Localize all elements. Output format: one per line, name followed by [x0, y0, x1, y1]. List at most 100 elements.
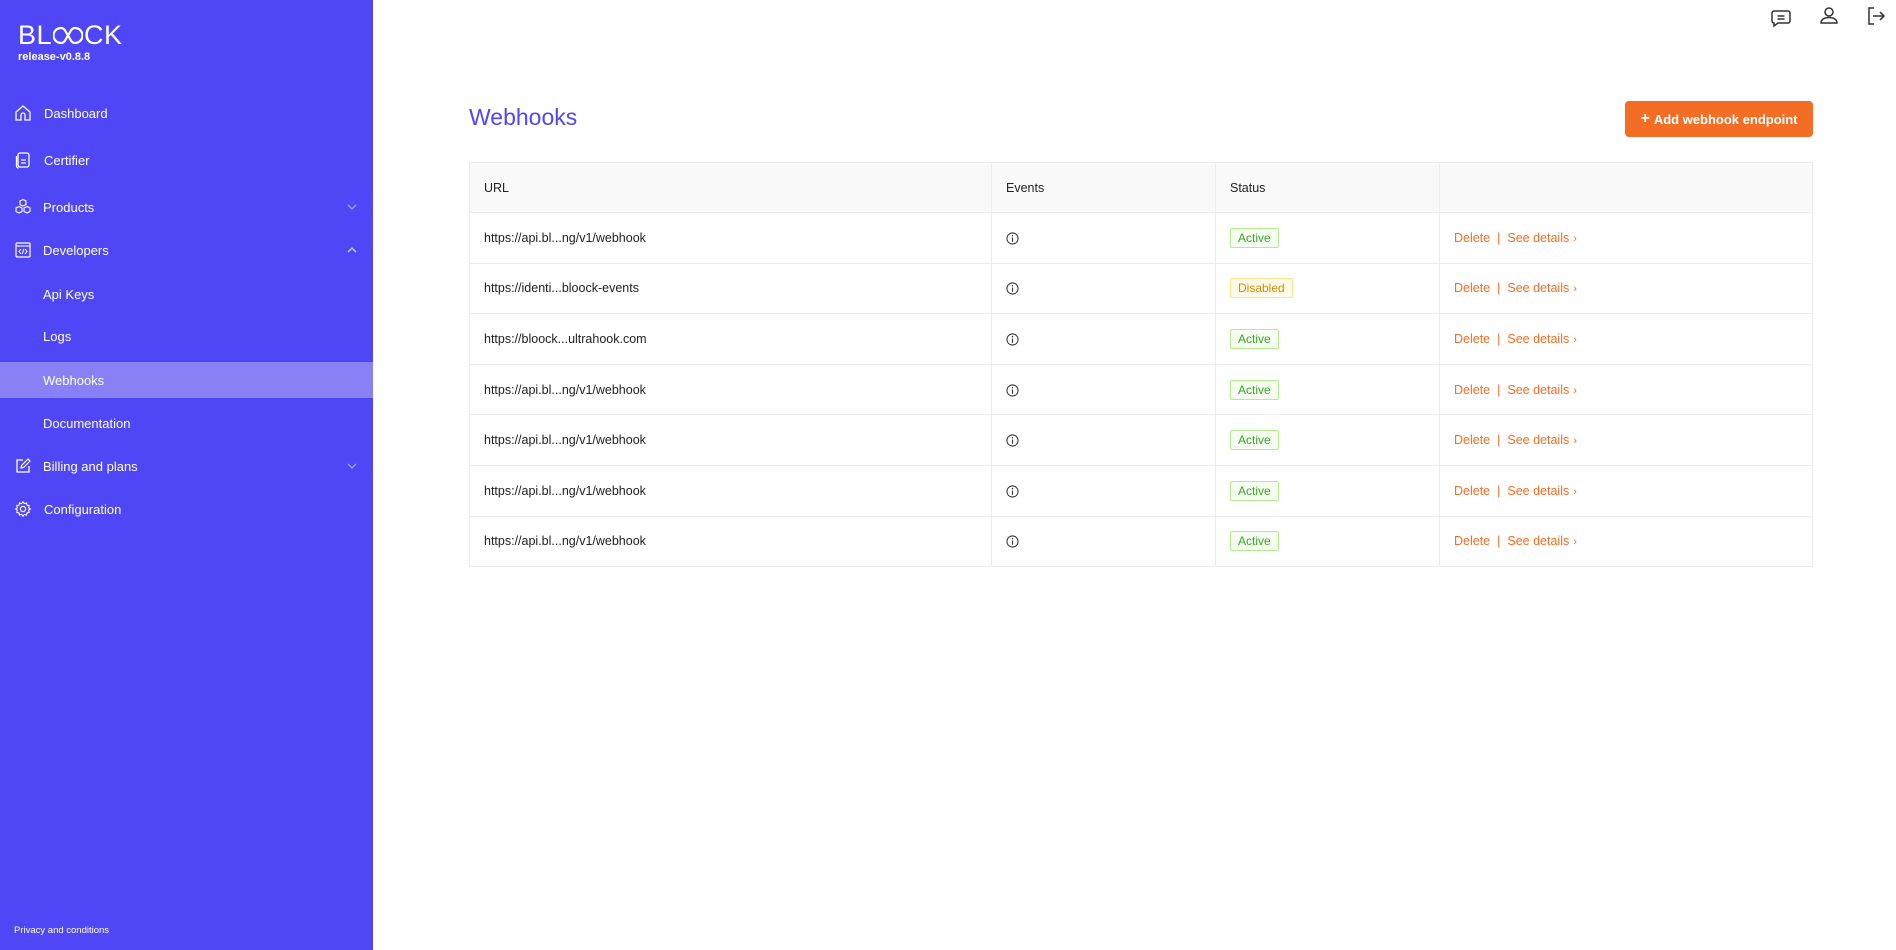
sidebar-item-label: Documentation [43, 415, 131, 431]
chevron-right-icon: › [1573, 283, 1577, 296]
table-row: https://api.bl...ng/v1/webhook Active De… [469, 363, 1813, 416]
logout-icon[interactable] [1864, 4, 1888, 28]
see-details-link[interactable]: See details › [1507, 484, 1577, 498]
sidebar-item-logs[interactable]: Logs [0, 318, 373, 354]
actions-cell: Delete | See details › [1439, 313, 1813, 365]
sidebar-item-developers[interactable]: Developers [0, 232, 373, 268]
see-details-label: See details [1507, 281, 1570, 296]
sidebar: BL CK release-v0.8.8 Dashboard Certifier … [0, 0, 373, 950]
webhook-url: https://api.bl...ng/v1/webhook [469, 363, 992, 416]
delete-link[interactable]: Delete [1454, 281, 1490, 295]
info-icon[interactable] [1006, 232, 1019, 245]
info-icon[interactable] [1006, 434, 1019, 447]
sidebar-item-certifier[interactable]: Certifier [0, 142, 373, 178]
code-window-icon [15, 242, 31, 258]
sidebar-item-label: Logs [43, 328, 72, 344]
see-details-link[interactable]: See details › [1507, 281, 1577, 295]
info-icon[interactable] [1006, 333, 1019, 346]
actions-cell: Delete | See details › [1439, 464, 1813, 517]
see-details-link[interactable]: See details › [1507, 332, 1577, 346]
status-badge: Active [1230, 430, 1279, 451]
sidebar-item-api-keys[interactable]: Api Keys [0, 276, 373, 312]
info-icon[interactable] [1006, 485, 1019, 498]
chat-icon[interactable] [1769, 6, 1793, 30]
info-icon[interactable] [1006, 535, 1019, 549]
actions-cell: Delete | See details › [1439, 262, 1813, 315]
status-cell: Active [1215, 464, 1440, 517]
sidebar-item-products[interactable]: Products [0, 189, 373, 225]
see-details-label: See details [1507, 230, 1570, 245]
see-details-label: See details [1507, 483, 1570, 498]
delete-link[interactable]: Delete [1454, 332, 1490, 346]
boxes-icon [15, 198, 31, 214]
chevron-right-icon: › [1573, 384, 1577, 397]
status-cell: Disabled [1215, 262, 1440, 315]
status-badge: Active [1230, 531, 1279, 552]
user-icon[interactable] [1817, 4, 1841, 28]
sidebar-item-label: Certifier [44, 152, 90, 168]
status-badge: Disabled [1230, 278, 1293, 299]
see-details-link[interactable]: See details › [1507, 433, 1577, 447]
events-cell [991, 363, 1216, 416]
sidebar-item-webhooks[interactable]: Webhooks [0, 362, 373, 398]
see-details-label: See details [1507, 433, 1570, 448]
delete-link[interactable]: Delete [1454, 433, 1490, 447]
status-cell: Active [1215, 313, 1440, 365]
events-cell [991, 464, 1216, 517]
table-row: https://api.bl...ng/v1/webhook Active De… [469, 212, 1813, 264]
table-header-row: URL Events Status [469, 162, 1813, 213]
events-cell [991, 212, 1216, 264]
see-details-link[interactable]: See details › [1507, 383, 1577, 397]
sidebar-item-label: Api Keys [43, 286, 95, 302]
sidebar-item-label: Products [43, 199, 95, 215]
delete-link[interactable]: Delete [1454, 484, 1490, 498]
column-header-actions [1439, 162, 1813, 213]
column-header-url: URL [469, 162, 992, 213]
see-details-label: See details [1507, 534, 1570, 549]
column-header-status: Status [1215, 162, 1440, 213]
table-row: https://api.bl...ng/v1/webhook Active De… [469, 414, 1813, 466]
edit-icon [16, 458, 31, 473]
table-row: https://bloock...ultrahook.com Active De… [469, 313, 1813, 365]
column-header-events: Events [991, 162, 1216, 213]
webhook-url: https://api.bl...ng/v1/webhook [469, 212, 992, 264]
table-row: https://identi...bloock-events Disabled … [469, 262, 1813, 315]
see-details-link[interactable]: See details › [1507, 231, 1577, 245]
sidebar-item-documentation[interactable]: Documentation [0, 405, 373, 441]
actions-cell: Delete | See details › [1439, 515, 1813, 568]
add-webhook-endpoint-button[interactable]: + Add webhook endpoint [1625, 101, 1813, 137]
bloock-logo[interactable]: BL CK [18, 20, 123, 51]
logo-text: BL CK [18, 20, 123, 50]
events-cell [991, 515, 1216, 568]
add-webhook-endpoint-label: Add webhook endpoint [1653, 111, 1798, 127]
document-icon [15, 152, 30, 169]
chevron-right-icon: › [1573, 333, 1577, 346]
info-icon[interactable] [1006, 384, 1019, 397]
delete-link[interactable]: Delete [1454, 534, 1490, 548]
sidebar-item-configuration[interactable]: Configuration [0, 491, 373, 527]
table-row: https://api.bl...ng/v1/webhook Active De… [469, 464, 1813, 517]
chevron-down-icon [347, 463, 357, 469]
privacy-and-conditions-link[interactable]: Privacy and conditions [14, 925, 109, 936]
webhook-url: https://identi...bloock-events [469, 262, 992, 315]
sidebar-item-billing-and-plans[interactable]: Billing and plans [0, 448, 373, 484]
webhook-url: https://api.bl...ng/v1/webhook [469, 414, 992, 466]
sidebar-item-label: Billing and plans [43, 458, 138, 474]
info-icon[interactable] [1006, 282, 1019, 296]
events-cell [991, 414, 1216, 466]
actions-cell: Delete | See details › [1439, 363, 1813, 416]
sidebar-item-dashboard[interactable]: Dashboard [0, 95, 373, 131]
sidebar-item-label: Configuration [44, 501, 122, 517]
delete-link[interactable]: Delete [1454, 231, 1490, 245]
see-details-link[interactable]: See details › [1507, 534, 1577, 548]
status-cell: Active [1215, 363, 1440, 416]
status-cell: Active [1215, 515, 1440, 568]
delete-link[interactable]: Delete [1454, 383, 1490, 397]
action-separator: | [1497, 382, 1501, 397]
status-badge: Active [1230, 379, 1279, 400]
status-cell: Active [1215, 212, 1440, 264]
chevron-right-icon: › [1573, 536, 1577, 549]
webhook-url: https://api.bl...ng/v1/webhook [469, 464, 992, 517]
sidebar-item-label: Developers [43, 242, 109, 258]
version-label: release-v0.8.8 [18, 51, 91, 63]
